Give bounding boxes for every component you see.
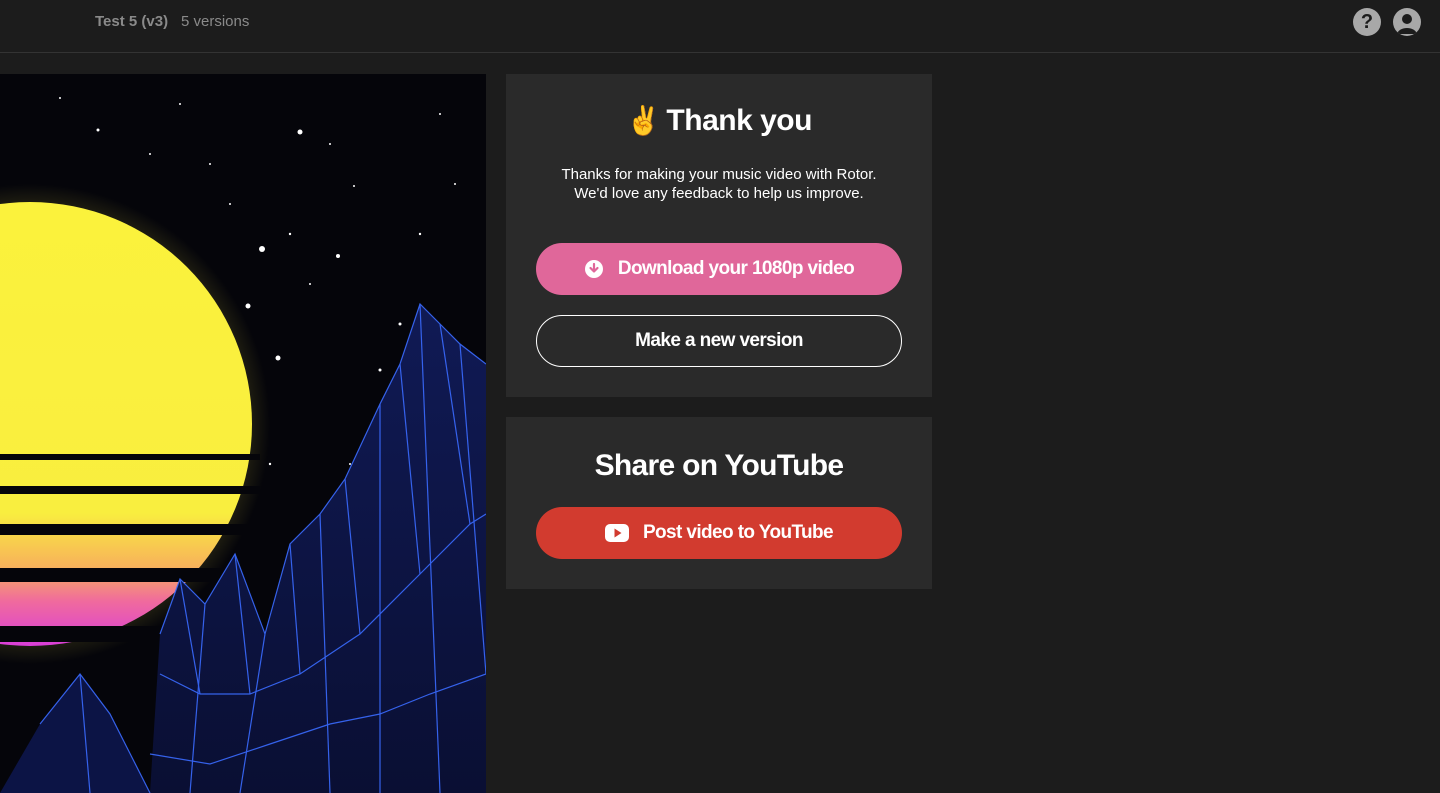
video-preview[interactable] [0,74,486,793]
help-button[interactable]: ? [1353,8,1381,36]
download-circle-icon [584,259,604,279]
top-bar: Test 5 (v3) 5 versions ? [0,0,1440,53]
user-menu-button[interactable] [1393,8,1421,36]
thank-you-heading: ✌️ Thank you [506,104,932,138]
victory-hand-icon: ✌️ [626,105,661,136]
download-video-label: Download your 1080p video [617,258,855,279]
user-avatar-icon [1397,14,1417,34]
video-thumbnail [0,74,486,793]
make-new-version-button[interactable]: Make a new version [536,315,902,367]
thank-you-heading-text: Thank you [666,104,812,137]
make-new-version-label: Make a new version [635,330,803,351]
post-to-youtube-button[interactable]: Post video to YouTube [536,507,902,559]
thank-you-panel: ✌️ Thank you Thanks for making your music… [506,74,932,397]
thank-you-message-line2: We'd love any feedback to help us improv… [574,185,864,202]
share-youtube-panel: Share on YouTube Post video to YouTube [506,417,932,589]
share-youtube-heading: Share on YouTube [594,449,845,482]
thank-you-message-line1: Thanks for making your music video with … [561,166,877,183]
download-video-button[interactable]: Download your 1080p video [536,243,902,295]
versions-count[interactable]: 5 versions [181,13,249,30]
question-circle-icon: ? [1360,11,1374,33]
post-to-youtube-label: Post video to YouTube [642,522,834,543]
project-title[interactable]: Test 5 (v3) [95,13,168,30]
youtube-icon [604,524,629,542]
